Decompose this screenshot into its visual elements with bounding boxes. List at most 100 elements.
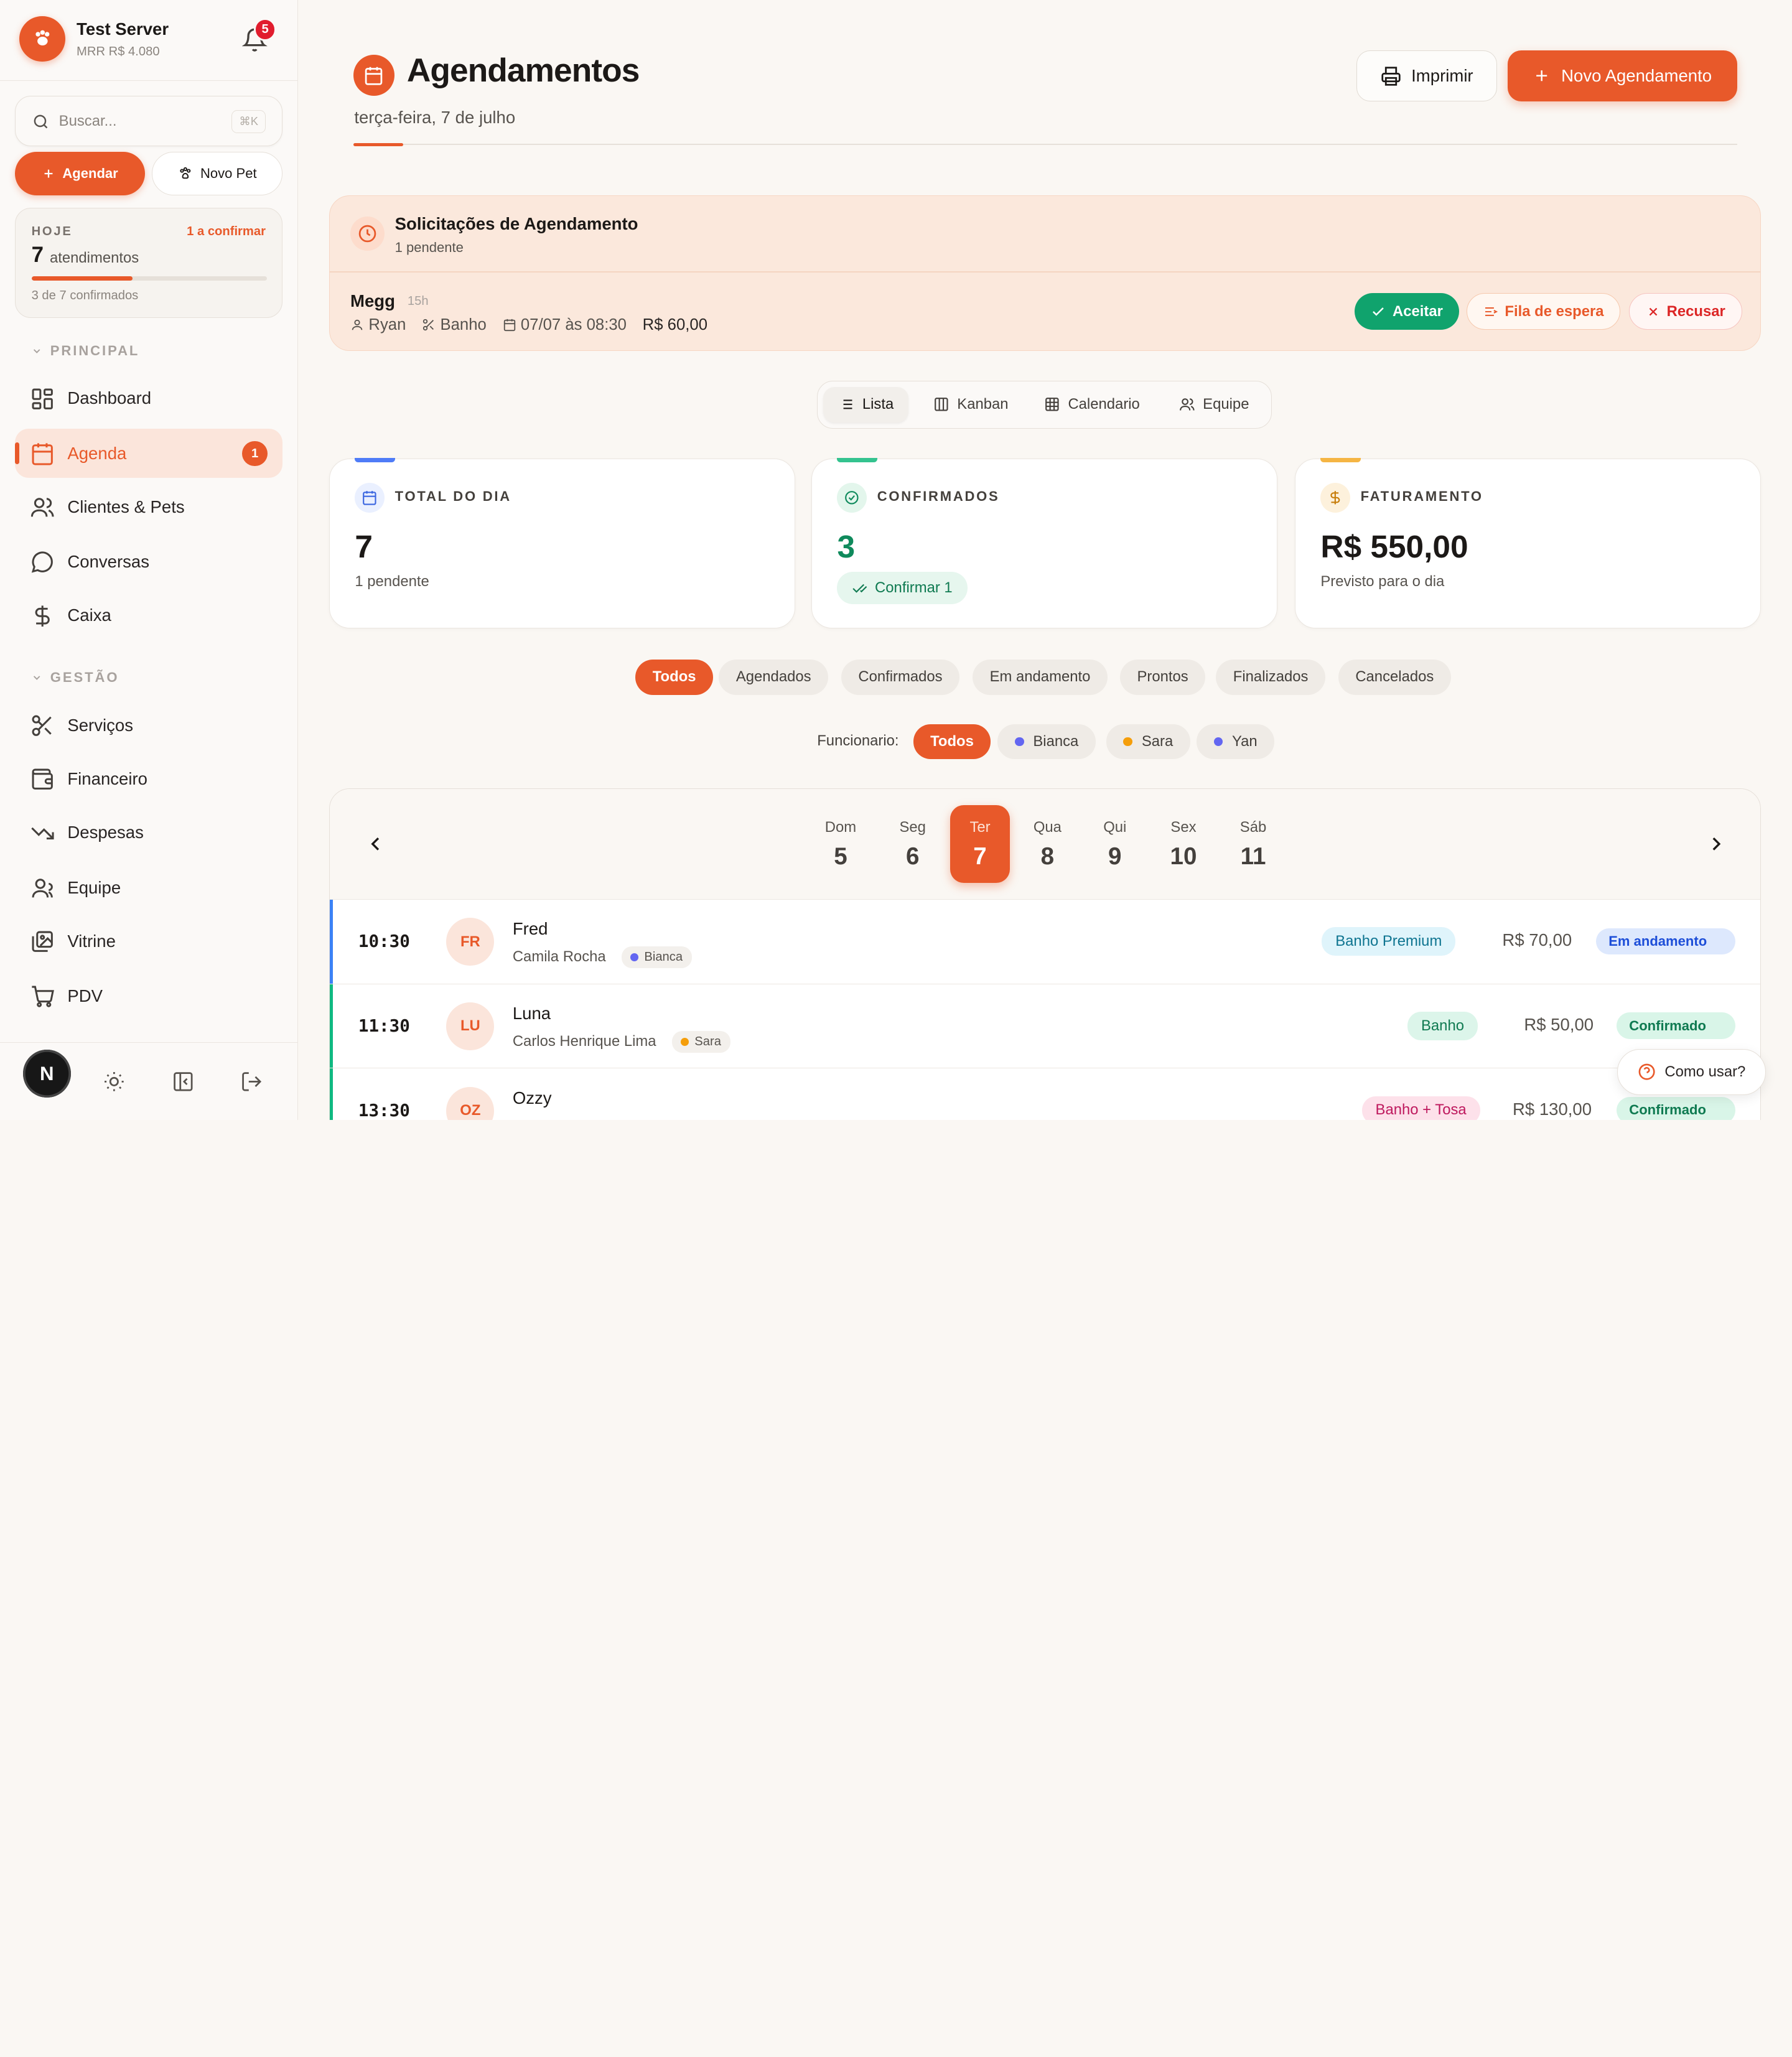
employee-tag: Sara [671, 1030, 730, 1053]
print-button[interactable]: Imprimir [1356, 50, 1498, 102]
filter-cancelados[interactable]: Cancelados [1338, 659, 1451, 695]
team-icon [32, 879, 53, 898]
sidebar-item-conversas[interactable]: Conversas [15, 537, 282, 586]
logout-icon[interactable] [240, 1070, 263, 1093]
new-appointment-button[interactable]: Novo Agendamento [1507, 50, 1737, 102]
status-badge[interactable]: Confirmado [1617, 1012, 1736, 1039]
status-badge[interactable]: Em andamento [1596, 928, 1736, 954]
help-button[interactable]: Como usar? [1617, 1049, 1766, 1095]
employee-filter-todos[interactable]: Todos [913, 724, 991, 759]
employee-filter-bianca[interactable]: Bianca [997, 724, 1096, 759]
refuse-button[interactable]: Recusar [1629, 293, 1743, 330]
day-qui[interactable]: Qui 9 [1085, 805, 1145, 883]
status-badge[interactable]: Confirmado [1617, 1097, 1736, 1120]
sidebar-footer: N [0, 1042, 297, 1120]
close-icon [1649, 307, 1657, 315]
page-title: Agendamentos [406, 52, 640, 89]
accept-button[interactable]: Aceitar [1355, 293, 1459, 330]
day-sex[interactable]: Sex 10 [1154, 805, 1213, 883]
stat-label: FATURAMENTO [1360, 488, 1483, 505]
day-number: 5 [834, 842, 847, 870]
appointment-requests-card: Solicitações de Agendamento 1 pendente M… [329, 195, 1762, 351]
agendar-label: Agendar [62, 166, 118, 182]
day-sab[interactable]: Sáb 11 [1223, 805, 1283, 883]
pet-name: Fred [512, 918, 548, 938]
employee-name: Bianca [1033, 733, 1079, 750]
sidebar-item-agenda[interactable]: Agenda 1 [14, 428, 282, 478]
novo-pet-label: Novo Pet [200, 166, 257, 182]
view-tab-label: Lista [862, 396, 894, 413]
section-gestao[interactable]: GESTÃO [31, 669, 119, 686]
chevron-right-icon[interactable] [1705, 833, 1728, 856]
employee-filter-sara[interactable]: Sara [1106, 724, 1190, 759]
search-input[interactable]: Buscar... ⌘K [14, 96, 282, 147]
clock-icon [350, 217, 385, 251]
filter-prontos[interactable]: Prontos [1119, 659, 1206, 695]
sidebar-item-financeiro[interactable]: Financeiro [15, 754, 282, 803]
filter-confirmados[interactable]: Confirmados [841, 659, 960, 695]
section-principal[interactable]: PRINCIPAL [31, 343, 140, 359]
double-check-icon [852, 584, 867, 593]
view-tab-kanban[interactable]: Kanban [918, 387, 1024, 422]
day-name: Qui [1103, 819, 1127, 836]
today-pending[interactable]: 1 a confirmar [187, 225, 266, 239]
scissors-icon [32, 715, 52, 736]
sidebar-item-dashboard[interactable]: Dashboard [15, 374, 282, 423]
novo-pet-button[interactable]: Novo Pet [152, 152, 282, 196]
appointment-row[interactable]: 11:30 LU Luna Carlos Henrique Lima Sara … [329, 983, 1761, 1068]
day-dom[interactable]: Dom 5 [811, 805, 870, 883]
view-tab-calendario[interactable]: Calendario [1029, 387, 1155, 422]
filter-todos[interactable]: Todos [635, 659, 714, 695]
printer-icon [1381, 66, 1401, 86]
agendar-button[interactable]: Agendar [14, 152, 146, 196]
sidebar-item-caixa[interactable]: Caixa [15, 591, 282, 640]
employee-tag-label: Sara [694, 1034, 721, 1048]
day-number: 10 [1170, 842, 1197, 870]
sidebar-item-clientes[interactable]: Clientes & Pets [15, 482, 282, 531]
owner-line: Carlos Henrique Lima Sara [513, 1030, 730, 1053]
sidebar-item-servicos[interactable]: Serviços [15, 701, 282, 750]
dashboard-icon [32, 388, 53, 409]
filter-agendados[interactable]: Agendados [719, 659, 829, 695]
appointment-row[interactable]: 13:30 OZ Ozzy Banho + Tosa R$ 130,00 Con… [329, 1068, 1761, 1120]
search-shortcut: ⌘K [231, 110, 266, 134]
employee-dot [1014, 737, 1024, 747]
stat-accent [837, 457, 877, 463]
sidebar-item-vitrine[interactable]: Vitrine [15, 917, 282, 966]
chevron-down-icon [33, 676, 40, 680]
sun-icon[interactable] [103, 1070, 126, 1093]
waitlist-button[interactable]: Fila de espera [1467, 293, 1620, 330]
view-tab-lista[interactable]: Lista [823, 386, 909, 422]
day-qua[interactable]: Qua 8 [1018, 805, 1078, 883]
sidebar-item-label: Vitrine [67, 931, 116, 951]
collapse-sidebar-icon[interactable] [172, 1070, 195, 1093]
request-owner: Ryan [350, 316, 406, 334]
stat-value: R$ 550,00 [1320, 528, 1468, 564]
view-tab-label: Kanban [957, 396, 1009, 413]
filter-finalizados[interactable]: Finalizados [1216, 659, 1326, 695]
day-ter[interactable]: Ter 7 [950, 805, 1010, 883]
sidebar-item-label: Agenda [67, 443, 127, 463]
sidebar-item-despesas[interactable]: Despesas [15, 808, 282, 857]
sidebar-item-equipe[interactable]: Equipe [15, 863, 282, 912]
view-tab-equipe[interactable]: Equipe [1164, 387, 1264, 422]
server-mrr: MRR R$ 4.080 [77, 44, 160, 58]
employee-filter-yan[interactable]: Yan [1197, 724, 1275, 759]
appointment-row[interactable]: 10:30 FR Fred Camila Rocha Bianca Banho … [329, 898, 1761, 984]
sidebar-item-pdv[interactable]: PDV [15, 971, 282, 1020]
sidebar-item-label: Dashboard [67, 388, 152, 408]
day-seg[interactable]: Seg 6 [883, 805, 943, 883]
chevron-left-icon[interactable] [364, 833, 387, 856]
day-name: Dom [824, 819, 857, 836]
row-status-bar [329, 1068, 334, 1120]
filter-em-andamento[interactable]: Em andamento [973, 659, 1108, 695]
section-principal-label: PRINCIPAL [50, 343, 140, 358]
day-name: Ter [969, 819, 991, 836]
confirm-pending-button[interactable]: Confirmar 1 [837, 572, 968, 604]
owner-name: Camila Rocha [512, 948, 606, 965]
employee-name: Todos [930, 733, 974, 750]
employee-dot [1213, 737, 1223, 747]
search-placeholder: Buscar... [58, 112, 117, 129]
user-avatar[interactable]: N [22, 1050, 71, 1098]
paw-logo-icon[interactable] [19, 16, 65, 62]
